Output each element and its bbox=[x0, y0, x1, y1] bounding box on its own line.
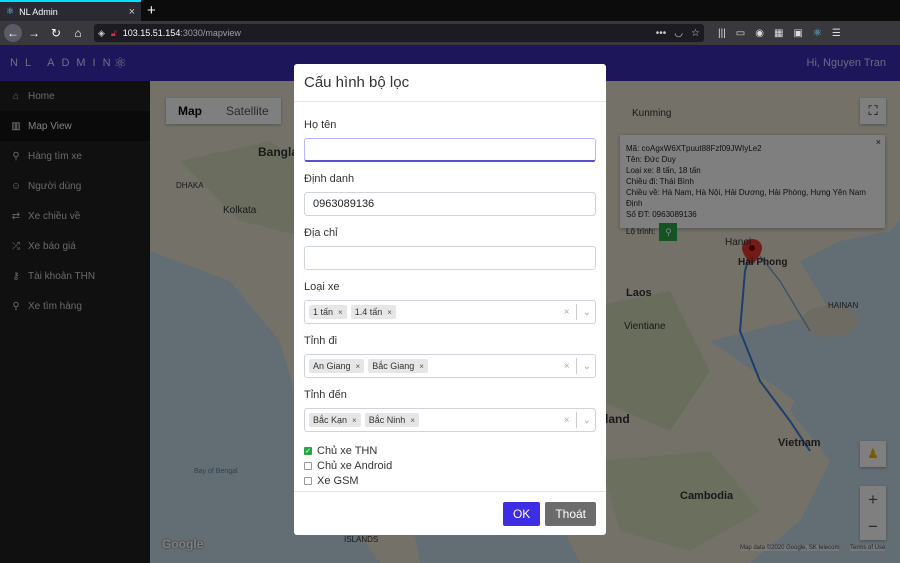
account-icon[interactable]: ◉ bbox=[755, 28, 764, 39]
chevron-down-icon[interactable]: ⌄ bbox=[583, 415, 591, 426]
chip: Bắc Kạn × bbox=[309, 413, 361, 427]
url-host: 103.15.51.154 bbox=[122, 28, 181, 38]
vehicle-type-label: Loại xe bbox=[304, 281, 340, 293]
forward-button[interactable]: → bbox=[24, 26, 44, 40]
checkbox-android-owner[interactable]: Chủ xe Android bbox=[304, 458, 596, 473]
chip-label: An Giang bbox=[313, 361, 351, 371]
chip-remove-icon[interactable]: × bbox=[419, 362, 424, 371]
checkbox-thn-owner[interactable]: ✓ Chủ xe THN bbox=[304, 443, 596, 458]
chip-label: Bắc Kạn bbox=[313, 415, 348, 425]
home-button[interactable]: ⌂ bbox=[68, 26, 88, 40]
chip-remove-icon[interactable]: × bbox=[387, 308, 392, 317]
chip-label: 1.4 tấn bbox=[354, 307, 383, 317]
chevron-down-icon[interactable]: ⌄ bbox=[583, 361, 591, 372]
tab-title: NL Admin bbox=[19, 6, 58, 17]
url-bar[interactable]: ◈ 🔓︎ 103.15.51.154:3030/mapview ••• ◡ ☆ bbox=[94, 24, 704, 42]
chip: Bắc Giang × bbox=[368, 359, 428, 373]
more-icon[interactable]: ••• bbox=[656, 28, 667, 39]
extension-icon[interactable]: ▣ bbox=[793, 28, 802, 39]
to-province-select[interactable]: Bắc Kạn × Bắc Ninh × × ⌄ bbox=[304, 408, 596, 432]
clear-icon[interactable]: × bbox=[564, 361, 570, 372]
chip-remove-icon[interactable]: × bbox=[410, 416, 415, 425]
id-label: Định danh bbox=[304, 173, 355, 185]
chip-label: 1 tấn bbox=[313, 307, 334, 317]
menu-icon[interactable]: ☰ bbox=[832, 28, 841, 39]
ok-button[interactable]: OK bbox=[502, 501, 541, 526]
vehicle-type-select[interactable]: 1 tấn × 1.4 tấn × × ⌄ bbox=[304, 300, 596, 324]
exit-button[interactable]: Thoát bbox=[545, 501, 596, 526]
browser-navbar: ← → ↻ ⌂ ◈ 🔓︎ 103.15.51.154:3030/mapview … bbox=[0, 21, 900, 45]
checkbox-label: Xe GSM bbox=[317, 474, 359, 487]
name-input[interactable] bbox=[304, 138, 596, 162]
checkbox-icon[interactable] bbox=[304, 476, 312, 485]
sidebar-toggle-icon[interactable]: ▭ bbox=[736, 28, 745, 39]
shield-icon: ◈ bbox=[98, 27, 105, 38]
clear-icon[interactable]: × bbox=[564, 307, 570, 318]
library-icon[interactable]: ||| bbox=[718, 28, 726, 39]
address-label: Địa chỉ bbox=[304, 227, 338, 239]
pocket-icon[interactable]: ◡ bbox=[674, 28, 683, 39]
browser-tabbar: ⚛ NL Admin × + bbox=[0, 0, 900, 21]
url-path: :3030/mapview bbox=[180, 28, 241, 38]
to-province-label: Tỉnh đến bbox=[304, 389, 347, 401]
new-tab-button[interactable]: + bbox=[147, 2, 156, 19]
id-input[interactable] bbox=[304, 192, 596, 216]
back-button[interactable]: ← bbox=[4, 24, 22, 42]
react-icon: ⚛ bbox=[6, 6, 15, 16]
close-tab-icon[interactable]: × bbox=[129, 6, 135, 18]
chip: 1 tấn × bbox=[309, 305, 347, 319]
chip-label: Bắc Ninh bbox=[368, 415, 406, 425]
from-province-select[interactable]: An Giang × Bắc Giang × × ⌄ bbox=[304, 354, 596, 378]
chip: 1.4 tấn × bbox=[350, 305, 396, 319]
chip-remove-icon[interactable]: × bbox=[352, 416, 357, 425]
react-devtools-icon[interactable]: ⚛ bbox=[813, 28, 822, 39]
chip-label: Bắc Giang bbox=[372, 361, 415, 371]
browser-tab[interactable]: ⚛ NL Admin × bbox=[0, 0, 141, 21]
insecure-lock-icon: 🔓︎ bbox=[110, 27, 117, 38]
star-icon[interactable]: ☆ bbox=[691, 28, 700, 39]
extension-icon[interactable]: ▦ bbox=[774, 28, 783, 39]
modal-title: Cấu hình bộ lọc bbox=[304, 74, 410, 91]
chip: Bắc Ninh × bbox=[364, 413, 419, 427]
checkbox-gsm[interactable]: Xe GSM bbox=[304, 473, 596, 488]
chip-remove-icon[interactable]: × bbox=[356, 362, 361, 371]
address-input[interactable] bbox=[304, 246, 596, 270]
checkbox-label: Chủ xe Android bbox=[317, 459, 393, 472]
chip: An Giang × bbox=[309, 359, 365, 373]
filter-modal: Cấu hình bộ lọc Họ tên Định danh Địa chỉ… bbox=[294, 64, 606, 535]
name-label: Họ tên bbox=[304, 119, 337, 131]
clear-icon[interactable]: × bbox=[564, 415, 570, 426]
chip-remove-icon[interactable]: × bbox=[338, 308, 343, 317]
from-province-label: Tỉnh đi bbox=[304, 335, 338, 347]
checkbox-icon[interactable] bbox=[304, 461, 312, 470]
reload-button[interactable]: ↻ bbox=[46, 26, 66, 40]
checkbox-checked-icon[interactable]: ✓ bbox=[304, 446, 312, 455]
chevron-down-icon[interactable]: ⌄ bbox=[583, 307, 591, 318]
checkbox-label: Chủ xe THN bbox=[317, 444, 378, 457]
